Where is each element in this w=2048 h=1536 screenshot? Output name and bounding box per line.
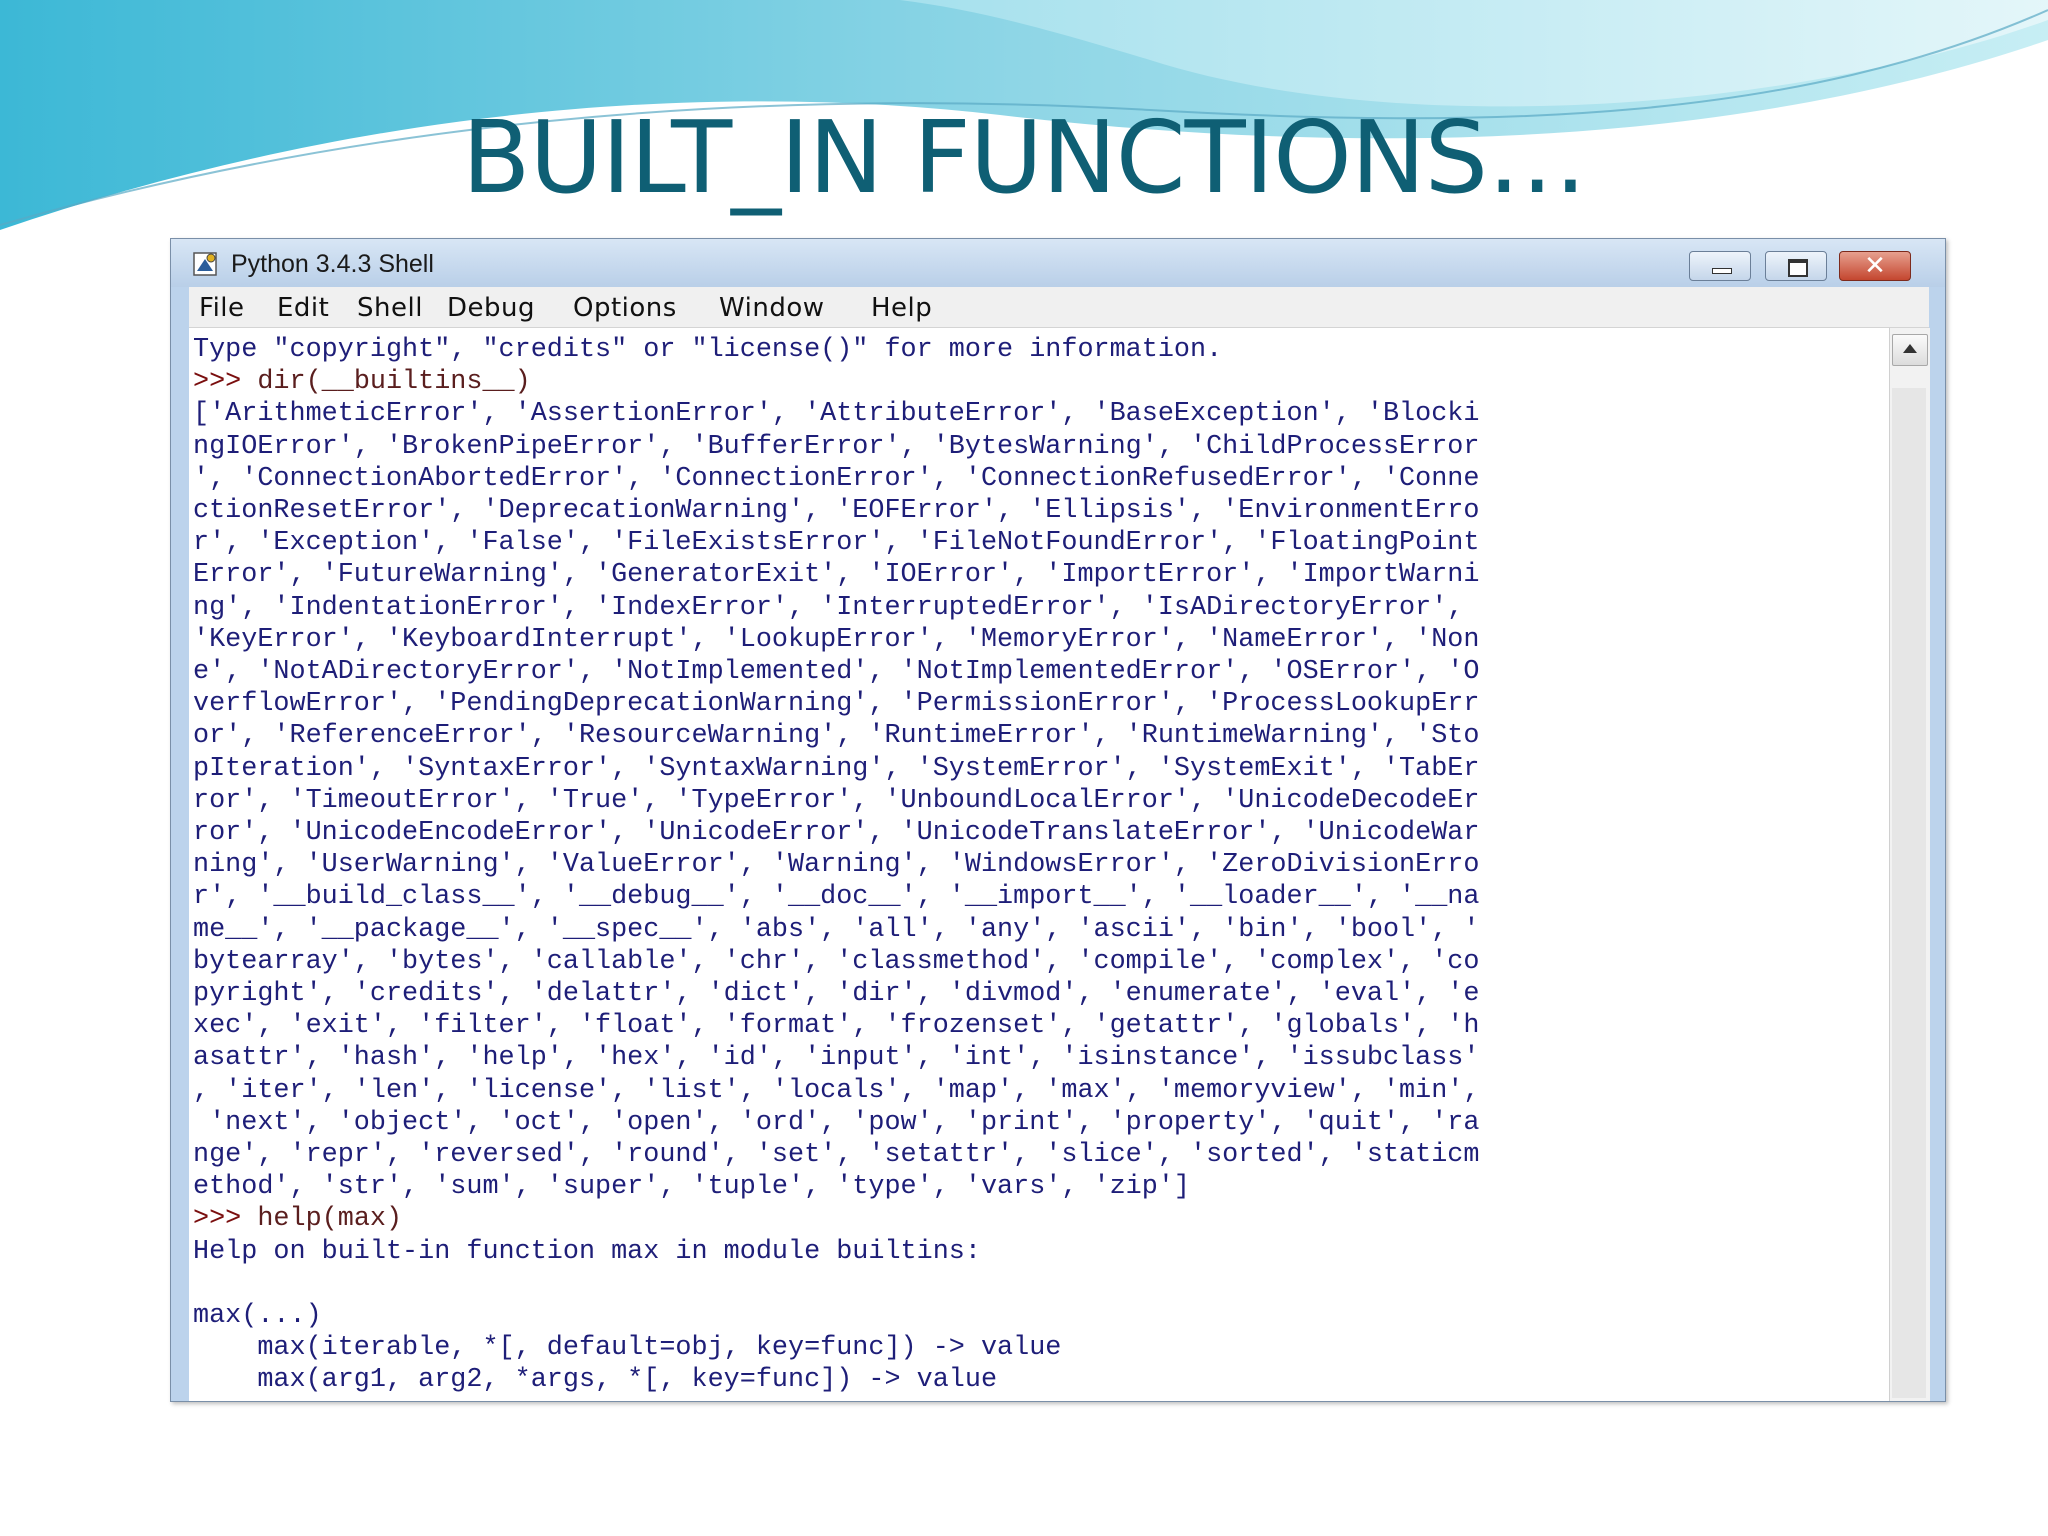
- shell-output-line: asattr', 'hash', 'help', 'hex', 'id', 'i…: [193, 1042, 1479, 1074]
- shell-output-line: ethod', 'str', 'sum', 'super', 'tuple', …: [193, 1171, 1479, 1203]
- shell-command-text: dir(__builtins__): [257, 367, 531, 398]
- shell-output-text: max(...): [193, 1301, 322, 1332]
- shell-output-line: ror', 'TimeoutError', 'True', 'TypeError…: [193, 785, 1479, 817]
- shell-output-text: ng', 'IndentationError', 'IndexError', '…: [193, 592, 1464, 623]
- menu-help[interactable]: Help: [871, 293, 932, 323]
- shell-output-line: ng', 'IndentationError', 'IndexError', '…: [193, 592, 1479, 624]
- shell-output-text: ['ArithmeticError', 'AssertionError', 'A…: [193, 399, 1480, 430]
- shell-output-line: or', 'ReferenceError', 'ResourceWarning'…: [193, 720, 1479, 752]
- shell-output-line: max(...): [193, 1300, 1479, 1332]
- shell-lines: Type "copyright", "credits" or "license(…: [193, 334, 1479, 1397]
- shell-output-text: ctionResetError', 'DeprecationWarning', …: [193, 496, 1480, 527]
- shell-output-line: max(iterable, *[, default=obj, key=func]…: [193, 1332, 1479, 1364]
- vertical-scrollbar[interactable]: [1889, 328, 1930, 1401]
- shell-output-text: xec', 'exit', 'filter', 'float', 'format…: [193, 1011, 1480, 1042]
- minimize-icon: [1712, 268, 1732, 274]
- shell-output-line: xec', 'exit', 'filter', 'float', 'format…: [193, 1010, 1479, 1042]
- shell-output-text: , 'iter', 'len', 'license', 'list', 'loc…: [193, 1075, 1480, 1106]
- shell-output-line: , 'iter', 'len', 'license', 'list', 'loc…: [193, 1075, 1479, 1107]
- shell-command-line: >>> help(max): [193, 1203, 1479, 1235]
- menu-bar: File Edit Shell Debug Options Window Hel…: [189, 287, 1929, 328]
- shell-output-area[interactable]: Type "copyright", "credits" or "license(…: [189, 328, 1889, 1401]
- shell-output-line: e', 'NotADirectoryError', 'NotImplemente…: [193, 656, 1479, 688]
- shell-output-text: max(iterable, *[, default=obj, key=func]…: [193, 1333, 1062, 1364]
- shell-output-line: pyright', 'credits', 'delattr', 'dict', …: [193, 978, 1479, 1010]
- shell-output-line: r', '__build_class__', '__debug__', '__d…: [193, 881, 1479, 913]
- scroll-up-button[interactable]: [1892, 334, 1928, 366]
- close-button[interactable]: ✕: [1839, 251, 1911, 281]
- shell-output-text: nge', 'repr', 'reversed', 'round', 'set'…: [193, 1140, 1480, 1171]
- menu-debug[interactable]: Debug: [447, 293, 535, 323]
- shell-output-text: Type "copyright", "credits" or "license(…: [193, 335, 1223, 365]
- shell-output-line: me__', '__package__', '__spec__', 'abs',…: [193, 914, 1479, 946]
- shell-output-text: ning', 'UserWarning', 'ValueError', 'War…: [193, 850, 1480, 881]
- scroll-track[interactable]: [1892, 388, 1926, 1398]
- shell-output-line: verflowError', 'PendingDeprecationWarnin…: [193, 688, 1479, 720]
- shell-output-text: bytearray', 'bytes', 'callable', 'chr', …: [193, 946, 1480, 977]
- shell-output-line: pIteration', 'SyntaxError', 'SyntaxWarni…: [193, 753, 1479, 785]
- shell-command-text: help(max): [257, 1204, 403, 1235]
- shell-output-line: Type "copyright", "credits" or "license(…: [193, 334, 1479, 366]
- shell-output-text: ror', 'UnicodeEncodeError', 'UnicodeErro…: [193, 818, 1480, 849]
- shell-output-text: Error', 'FutureWarning', 'GeneratorExit'…: [193, 560, 1480, 591]
- menu-edit[interactable]: Edit: [277, 293, 329, 323]
- shell-output-line: 'KeyError', 'KeyboardInterrupt', 'Lookup…: [193, 624, 1479, 656]
- shell-output-line: ror', 'UnicodeEncodeError', 'UnicodeErro…: [193, 817, 1479, 849]
- shell-output-text: e', 'NotADirectoryError', 'NotImplemente…: [193, 657, 1480, 688]
- window-title-bar[interactable]: Python 3.4.3 Shell ✕: [171, 239, 1945, 287]
- shell-output-line: max(arg1, arg2, *args, *[, key=func]) ->…: [193, 1364, 1479, 1396]
- python-shell-window: Python 3.4.3 Shell ✕ File Edit Shell Deb…: [170, 238, 1946, 1402]
- shell-output-line: ctionResetError', 'DeprecationWarning', …: [193, 495, 1479, 527]
- menu-file[interactable]: File: [199, 293, 245, 323]
- shell-output-text: r', '__build_class__', '__debug__', '__d…: [193, 882, 1480, 913]
- shell-output-text: verflowError', 'PendingDeprecationWarnin…: [193, 689, 1480, 720]
- shell-output-text: pyright', 'credits', 'delattr', 'dict', …: [193, 979, 1480, 1010]
- shell-output-text: Help on built-in function max in module …: [193, 1236, 981, 1267]
- shell-output-text: ', 'ConnectionAbortedError', 'Connection…: [193, 463, 1480, 494]
- shell-output-line: nge', 'repr', 'reversed', 'round', 'set'…: [193, 1139, 1479, 1171]
- shell-output-line: 'next', 'object', 'oct', 'open', 'ord', …: [193, 1107, 1479, 1139]
- menu-options[interactable]: Options: [573, 293, 677, 323]
- shell-output-text: ngIOError', 'BrokenPipeError', 'BufferEr…: [193, 431, 1480, 462]
- menu-shell[interactable]: Shell: [357, 293, 423, 323]
- shell-output-line: ning', 'UserWarning', 'ValueError', 'War…: [193, 849, 1479, 881]
- shell-output-line: ', 'ConnectionAbortedError', 'Connection…: [193, 463, 1479, 495]
- shell-output-line: ['ArithmeticError', 'AssertionError', 'A…: [193, 398, 1479, 430]
- shell-output-text: r', 'Exception', 'False', 'FileExistsErr…: [193, 528, 1480, 559]
- shell-output-text: asattr', 'hash', 'help', 'hex', 'id', 'i…: [193, 1043, 1480, 1074]
- shell-command-line: >>> dir(__builtins__): [193, 366, 1479, 398]
- shell-prompt: >>>: [193, 367, 258, 398]
- shell-output-text: ethod', 'str', 'sum', 'super', 'tuple', …: [193, 1172, 1191, 1203]
- shell-output-text: pIteration', 'SyntaxError', 'SyntaxWarni…: [193, 753, 1480, 784]
- shell-output-line: Error', 'FutureWarning', 'GeneratorExit'…: [193, 559, 1479, 591]
- shell-output-text: 'KeyError', 'KeyboardInterrupt', 'Lookup…: [193, 624, 1480, 655]
- shell-prompt: >>>: [193, 1204, 258, 1235]
- shell-output-line: r', 'Exception', 'False', 'FileExistsErr…: [193, 527, 1479, 559]
- shell-output-text: me__', '__package__', '__spec__', 'abs',…: [193, 914, 1480, 945]
- close-icon: ✕: [1864, 251, 1886, 281]
- shell-output-line: bytearray', 'bytes', 'callable', 'chr', …: [193, 946, 1479, 978]
- shell-output-line: Help on built-in function max in module …: [193, 1236, 1479, 1268]
- scroll-up-arrow-icon: [1903, 344, 1917, 353]
- shell-output-text: or', 'ReferenceError', 'ResourceWarning'…: [193, 721, 1480, 752]
- window-title: Python 3.4.3 Shell: [231, 250, 434, 278]
- shell-output-text: ror', 'TimeoutError', 'True', 'TypeError…: [193, 785, 1480, 816]
- slide-title: BUILT_IN FUNCTIONS…: [461, 99, 1587, 216]
- minimize-button[interactable]: [1689, 251, 1751, 281]
- shell-output-text: 'next', 'object', 'oct', 'open', 'ord', …: [193, 1107, 1480, 1138]
- menu-window[interactable]: Window: [719, 293, 825, 323]
- shell-output-text: max(arg1, arg2, *args, *[, key=func]) ->…: [193, 1365, 998, 1396]
- shell-output-line: [193, 1268, 1479, 1300]
- restore-icon: [1788, 259, 1808, 277]
- shell-output-line: ngIOError', 'BrokenPipeError', 'BufferEr…: [193, 431, 1479, 463]
- python-shell-icon: [193, 252, 217, 276]
- restore-button[interactable]: [1765, 251, 1827, 281]
